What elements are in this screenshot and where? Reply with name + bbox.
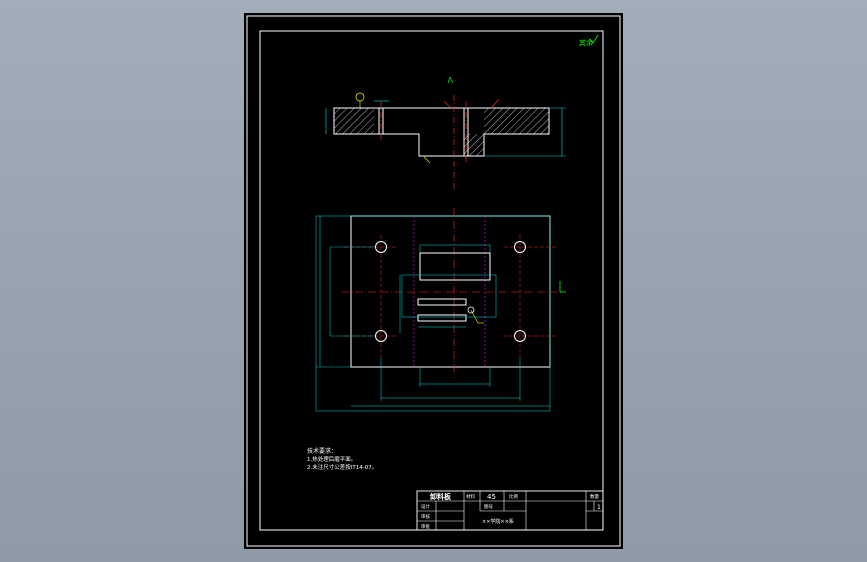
punch-window-upper (419, 252, 491, 281)
title-ratio-label: 比例 (509, 493, 518, 500)
corner-mark-text: 其余 (579, 38, 593, 47)
notes-line-2: 2.未注尺寸公差按IT14-07。 (307, 463, 377, 471)
section-hatch-right (484, 108, 549, 134)
plan-view (315, 208, 566, 412)
technical-notes: 技术要求： 1.热处理后磨平面。 2.未注尺寸公差按IT14-07。 (307, 447, 377, 471)
cad-drawing: 其余 技术要求： 1.热处理后磨平面。 2.未注尺寸公差按IT14-07。 卸料… (246, 15, 621, 547)
section-hatch-boss (464, 134, 484, 156)
section-view (325, 76, 566, 191)
title-school-label: ××学院××系 (482, 518, 514, 525)
title-design-label: 设计 (421, 503, 430, 510)
punch-slot-lower (417, 314, 467, 322)
drawing-sheet: 其余 技术要求： 1.热处理后磨平面。 2.未注尺寸公差按IT14-07。 卸料… (244, 13, 623, 549)
title-check-label: 审核 (421, 513, 430, 520)
title-qty-value: 1 (597, 504, 601, 511)
title-drawing-no-label: 图号 (484, 504, 493, 510)
outer-border (246, 15, 621, 547)
title-approve-label: 审批 (421, 523, 430, 530)
title-material-label: 材料 (466, 493, 475, 500)
notes-line-1: 1.热处理后磨平面。 (307, 455, 356, 463)
surface-finish-mark: 其余 (579, 34, 599, 47)
title-quantity-label: 数量 (590, 493, 599, 500)
title-material-value: 45 (487, 493, 496, 501)
notes-heading: 技术要求： (307, 447, 337, 455)
punch-slot-middle (417, 298, 467, 306)
title-part-name: 卸料板 (430, 492, 452, 501)
section-hatch-left (334, 108, 374, 134)
title-block: 卸料板 材料 45 比例 数量 设计 审核 审批 图号 ××学院××系 1 (416, 490, 604, 531)
balloon-marker (355, 92, 365, 102)
